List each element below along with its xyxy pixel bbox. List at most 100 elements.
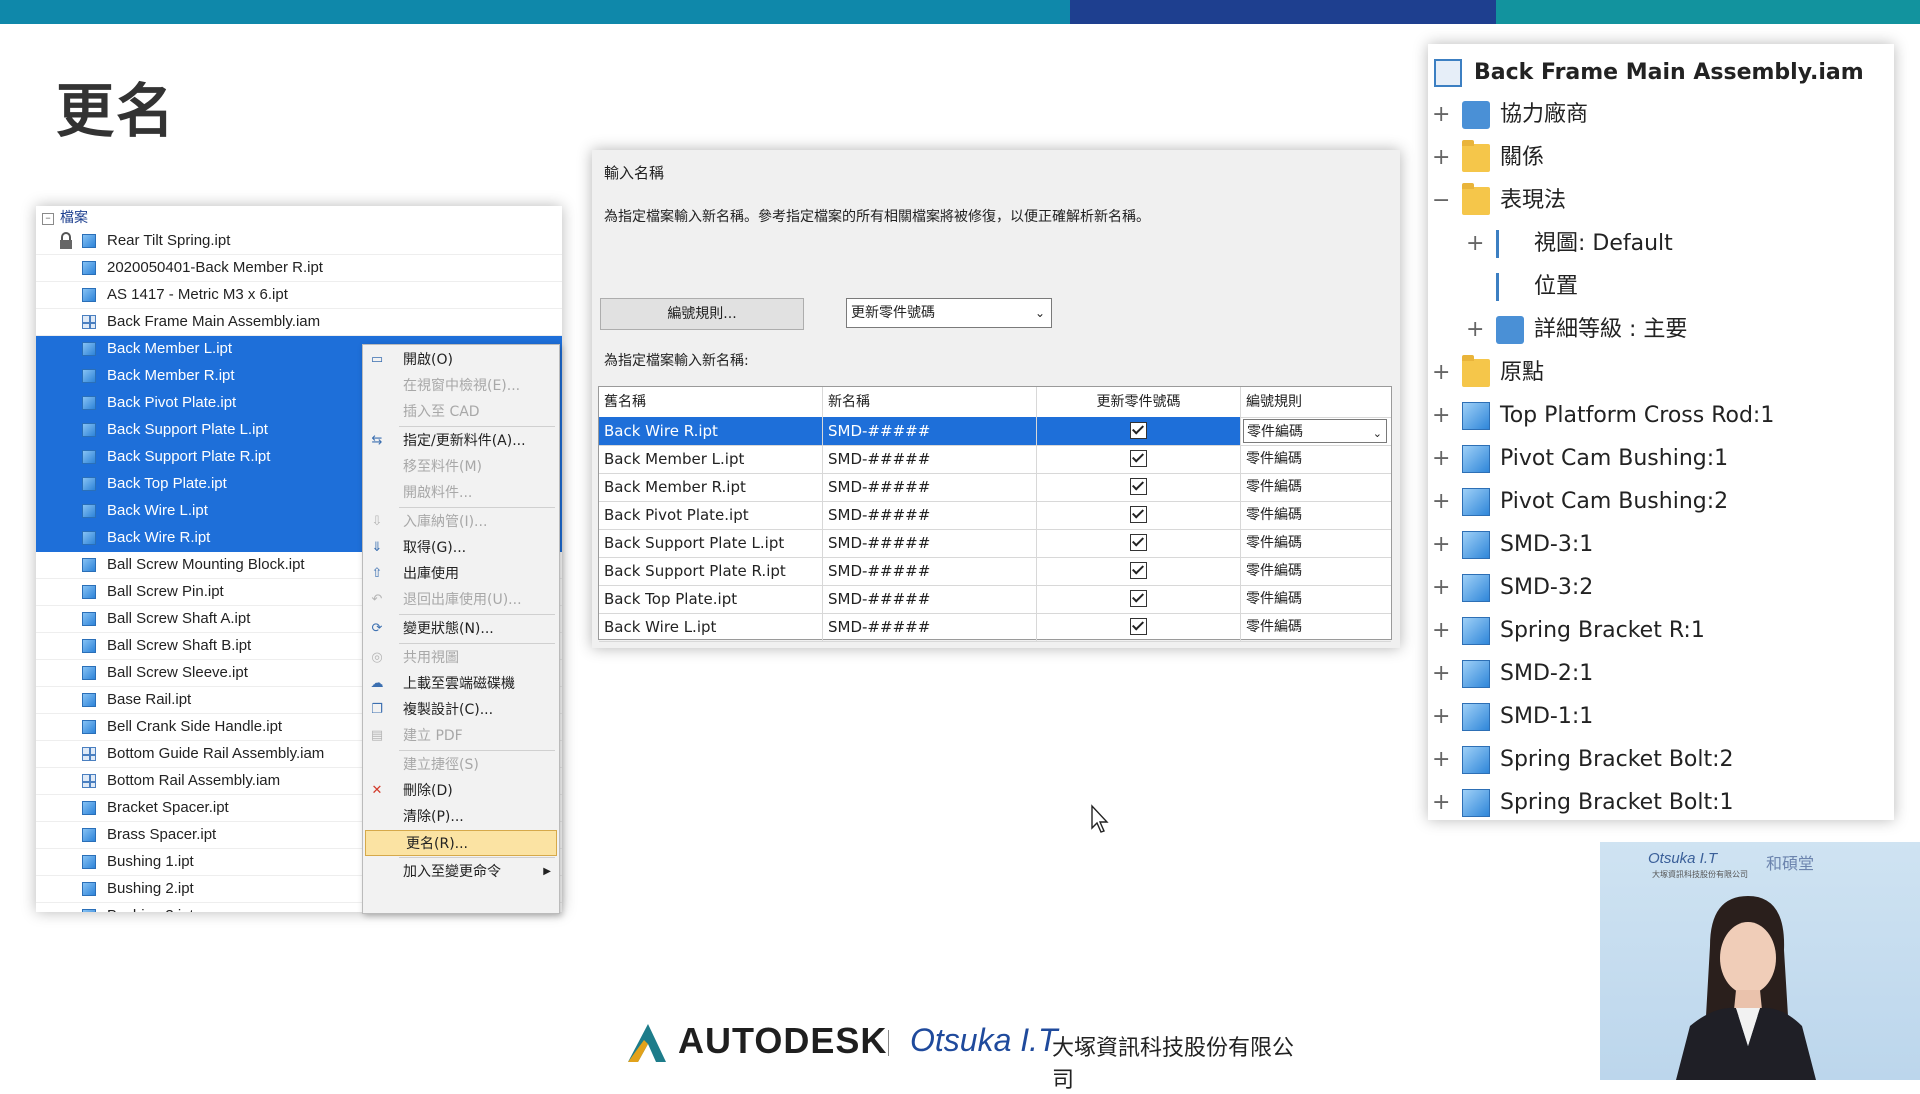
- column-header-numbering-rule[interactable]: 編號規則: [1241, 387, 1391, 417]
- numbering-rule-cell[interactable]: 零件編碼: [1241, 501, 1391, 529]
- tree-node[interactable]: + SMD-3:1: [1428, 524, 1894, 566]
- rename-row[interactable]: Back Member R.ipt SMD-##### 零件編碼: [599, 473, 1391, 502]
- context-menu-item[interactable]: 清除(P)...: [363, 804, 559, 830]
- tree-node[interactable]: + Pivot Cam Bushing:1: [1428, 438, 1894, 480]
- vault-file-name: Bushing 2.ipt: [107, 880, 194, 897]
- new-name-cell[interactable]: SMD-#####: [823, 417, 1037, 445]
- update-part-number-checkbox[interactable]: [1130, 534, 1147, 551]
- context-menu-item[interactable]: ⟳ 變更狀態(N)...: [363, 616, 559, 642]
- numbering-rule-cell[interactable]: 零件編碼: [1241, 557, 1391, 585]
- expand-icon[interactable]: +: [1432, 94, 1450, 136]
- tree-node[interactable]: − 表現法: [1428, 180, 1894, 222]
- tree-node[interactable]: + 詳細等級 : 主要: [1428, 309, 1894, 351]
- expand-icon[interactable]: +: [1466, 223, 1484, 265]
- tree-node-label: Spring Bracket R:1: [1500, 618, 1705, 643]
- collapse-icon[interactable]: −: [1432, 180, 1450, 222]
- rename-row[interactable]: Back Wire L.ipt SMD-##### 零件編碼: [599, 613, 1391, 642]
- context-menu-item[interactable]: ⇆ 指定/更新料件(A)...: [363, 428, 559, 454]
- context-menu-item[interactable]: ▭ 開啟(O): [363, 347, 559, 373]
- context-menu-item[interactable]: 更名(R)...: [365, 830, 557, 856]
- tree-node[interactable]: + Spring Bracket Bolt:1: [1428, 782, 1894, 820]
- column-header-new-name[interactable]: 新名稱: [823, 387, 1037, 417]
- expand-icon[interactable]: +: [1432, 395, 1450, 437]
- expand-icon[interactable]: +: [1432, 137, 1450, 179]
- collapse-icon[interactable]: −: [42, 213, 54, 225]
- update-part-number-checkbox[interactable]: [1130, 478, 1147, 495]
- update-part-number-checkbox[interactable]: [1130, 590, 1147, 607]
- expand-icon[interactable]: +: [1432, 653, 1450, 695]
- rename-grid: 舊名稱 新名稱 更新零件號碼 編號規則 Back Wire R.ipt SMD-#…: [598, 386, 1392, 642]
- vault-tree-header[interactable]: − 檔案: [36, 206, 562, 228]
- tree-node[interactable]: + SMD-1:1: [1428, 696, 1894, 738]
- numbering-rule-cell[interactable]: 零件編碼: [1241, 473, 1391, 501]
- numbering-rule-cell[interactable]: 零件編碼: [1241, 585, 1391, 613]
- expand-icon[interactable]: +: [1432, 352, 1450, 394]
- rename-row[interactable]: Back Top Plate.ipt SMD-##### 零件編碼: [599, 585, 1391, 614]
- context-menu-item[interactable]: ❐ 複製設計(C)...: [363, 697, 559, 723]
- column-header-old-name[interactable]: 舊名稱: [599, 387, 823, 417]
- rename-row[interactable]: Back Support Plate L.ipt SMD-##### 零件編碼: [599, 529, 1391, 558]
- update-part-number-checkbox[interactable]: [1130, 450, 1147, 467]
- context-menu-item[interactable]: 加入至變更命令 ▶: [363, 859, 559, 885]
- tree-node[interactable]: + SMD-3:2: [1428, 567, 1894, 609]
- new-name-cell[interactable]: SMD-#####: [823, 613, 1037, 641]
- new-name-cell[interactable]: SMD-#####: [823, 445, 1037, 473]
- vault-file-row[interactable]: AS 1417 - Metric M3 x 6.ipt: [36, 282, 562, 309]
- rename-row[interactable]: Back Wire R.ipt SMD-##### 零件編碼 ⌄: [599, 417, 1391, 446]
- numbering-scheme-button[interactable]: 編號規則...: [600, 298, 804, 330]
- new-name-cell[interactable]: SMD-#####: [823, 473, 1037, 501]
- expand-icon[interactable]: +: [1432, 438, 1450, 480]
- update-part-number-checkbox[interactable]: [1130, 506, 1147, 523]
- vault-file-row[interactable]: Back Frame Main Assembly.iam: [36, 309, 562, 336]
- expand-icon[interactable]: +: [1432, 739, 1450, 781]
- tree-node[interactable]: + Top Platform Cross Rod:1: [1428, 395, 1894, 437]
- new-name-cell[interactable]: SMD-#####: [823, 557, 1037, 585]
- tree-node[interactable]: + Spring Bracket R:1: [1428, 610, 1894, 652]
- tree-node-label: SMD-1:1: [1500, 704, 1594, 729]
- numbering-rule-cell[interactable]: 零件編碼: [1241, 529, 1391, 557]
- vault-file-row[interactable]: Rear Tilt Spring.ipt: [36, 228, 562, 255]
- expand-icon[interactable]: +: [1432, 567, 1450, 609]
- context-menu-item[interactable]: ☁ 上載至雲端磁碟機: [363, 671, 559, 697]
- update-option-dropdown[interactable]: 更新零件號碼 ⌄: [846, 298, 1052, 328]
- expand-icon[interactable]: +: [1432, 524, 1450, 566]
- expand-icon[interactable]: +: [1432, 782, 1450, 820]
- new-name-cell[interactable]: SMD-#####: [823, 529, 1037, 557]
- update-part-number-checkbox[interactable]: [1130, 562, 1147, 579]
- numbering-rule-dropdown[interactable]: 零件編碼 ⌄: [1243, 419, 1387, 443]
- expand-icon[interactable]: +: [1466, 309, 1484, 351]
- numbering-rule-cell[interactable]: 零件編碼 ⌄: [1241, 417, 1391, 445]
- context-menu-item[interactable]: ⇧ 出庫使用: [363, 561, 559, 587]
- tree-node[interactable]: + 關係: [1428, 137, 1894, 179]
- tree-node[interactable]: + 協力廠商: [1428, 94, 1894, 136]
- tree-node[interactable]: + SMD-2:1: [1428, 653, 1894, 695]
- context-menu: ▭ 開啟(O) 在視窗中檢視(E)... 插入至 CAD ⇆ 指定/更新料件(A)... 移…: [362, 344, 560, 914]
- rename-row[interactable]: Back Support Plate R.ipt SMD-##### 零件編碼: [599, 557, 1391, 586]
- menu-separator: [399, 507, 555, 508]
- new-name-cell[interactable]: SMD-#####: [823, 501, 1037, 529]
- new-name-cell[interactable]: SMD-#####: [823, 585, 1037, 613]
- part-icon: [82, 369, 96, 383]
- update-part-number-checkbox[interactable]: [1130, 618, 1147, 635]
- numbering-rule-cell[interactable]: 零件編碼: [1241, 445, 1391, 473]
- tree-node[interactable]: 位置: [1428, 266, 1894, 308]
- column-header-update-part-number[interactable]: 更新零件號碼: [1037, 387, 1241, 417]
- expand-icon[interactable]: +: [1432, 610, 1450, 652]
- tree-node[interactable]: + Spring Bracket Bolt:2: [1428, 739, 1894, 781]
- tree-node[interactable]: + Pivot Cam Bushing:2: [1428, 481, 1894, 523]
- update-part-number-checkbox[interactable]: [1130, 422, 1147, 439]
- expand-icon[interactable]: +: [1432, 481, 1450, 523]
- numbering-rule-cell[interactable]: 零件編碼: [1241, 613, 1391, 641]
- menu-item-label: 上載至雲端磁碟機: [403, 676, 515, 692]
- rename-row[interactable]: Back Member L.ipt SMD-##### 零件編碼: [599, 445, 1391, 474]
- expand-icon[interactable]: +: [1432, 696, 1450, 738]
- vault-file-row[interactable]: 2020050401-Back Member R.ipt: [36, 255, 562, 282]
- autodesk-wordmark: AUTODESK: [678, 1020, 888, 1061]
- rename-row[interactable]: Back Pivot Plate.ipt SMD-##### 零件編碼: [599, 501, 1391, 530]
- numbering-rule-value: 零件編碼: [1246, 535, 1302, 551]
- tree-node[interactable]: + 視圖: Default: [1428, 223, 1894, 265]
- context-menu-item[interactable]: ✕ 刪除(D): [363, 778, 559, 804]
- context-menu-item: 建立捷徑(S): [363, 752, 559, 778]
- context-menu-item[interactable]: ⇓ 取得(G)...: [363, 535, 559, 561]
- tree-node[interactable]: + 原點: [1428, 352, 1894, 394]
